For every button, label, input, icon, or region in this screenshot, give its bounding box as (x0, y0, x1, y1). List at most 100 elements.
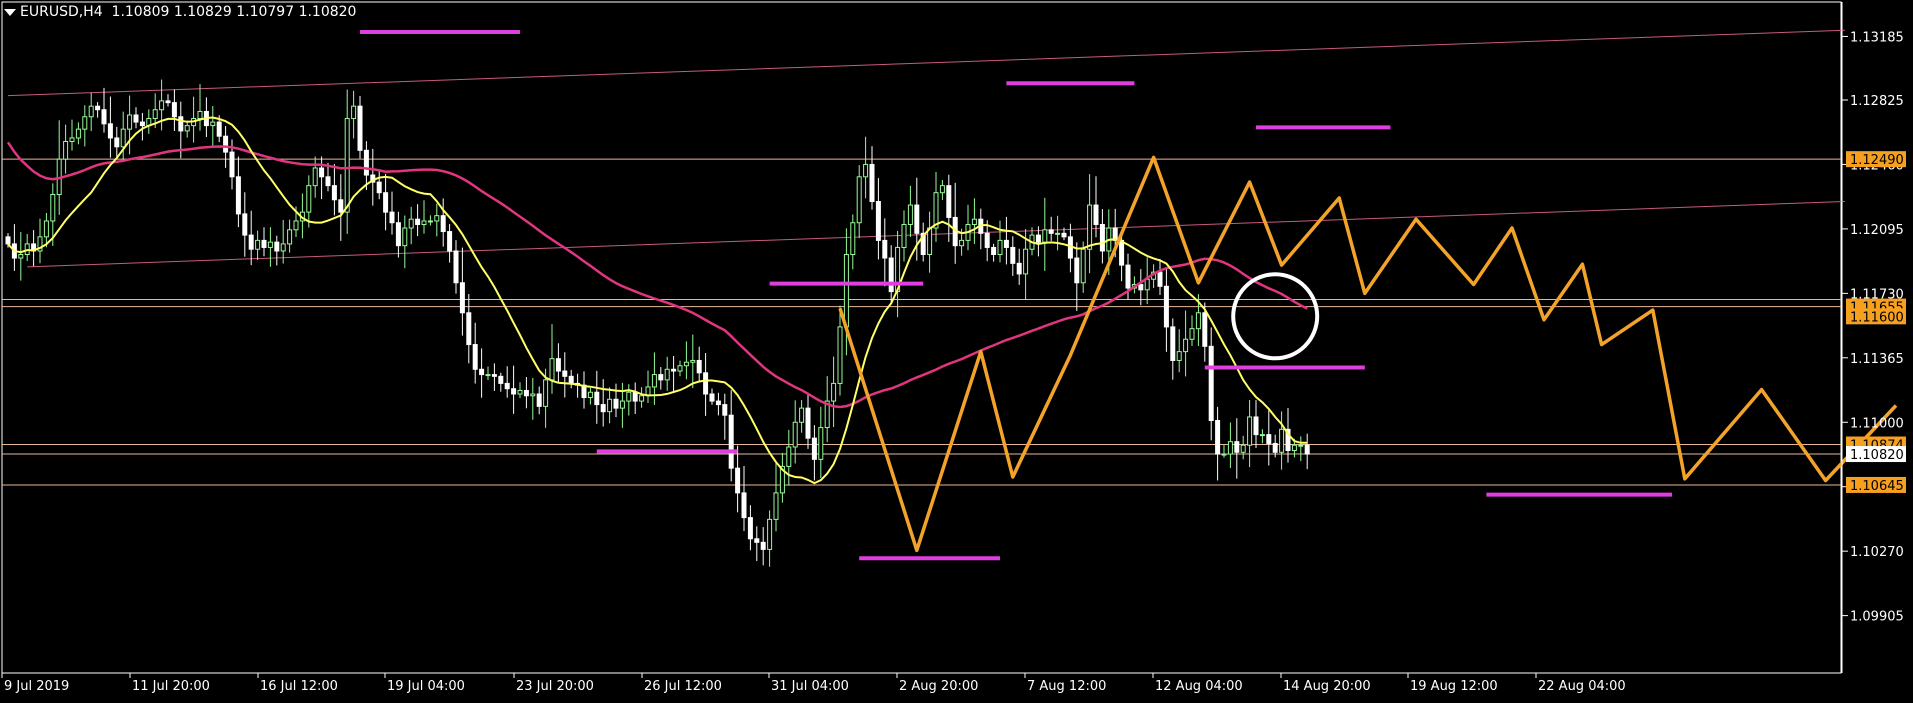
candle-body (184, 125, 190, 132)
candle (491, 363, 497, 391)
candle (242, 192, 248, 257)
candle (651, 352, 657, 405)
candle (683, 341, 689, 380)
candle-body (927, 227, 933, 256)
candle-body (863, 163, 869, 178)
price-chart[interactable]: 1.131851.128251.124601.120951.117301.113… (0, 0, 1913, 699)
candle (274, 235, 280, 266)
candle (747, 505, 753, 551)
candle (760, 527, 766, 566)
candle-body (1157, 271, 1163, 287)
candle (504, 366, 510, 398)
candle-body (338, 199, 344, 213)
candle-body (1010, 246, 1016, 264)
candle-body (715, 400, 721, 406)
candle-body (82, 116, 88, 130)
candle-body (127, 114, 133, 130)
y-tick-label: 1.12825 (1850, 94, 1904, 109)
candle (997, 220, 1003, 263)
candle (395, 211, 401, 258)
candle (562, 352, 568, 398)
x-tick-label: 11 Jul 20:00 (132, 679, 210, 694)
candle-body (216, 121, 222, 137)
candle-body (747, 517, 753, 540)
candle-body (114, 137, 120, 148)
candle-body (1189, 328, 1195, 340)
candle-body (619, 400, 625, 409)
candle (837, 305, 843, 396)
candle (767, 510, 773, 567)
candle (440, 198, 446, 247)
candle (523, 377, 529, 409)
candle-body (607, 398, 613, 413)
chart-area[interactable]: 1.131851.128251.124601.120951.117301.113… (0, 0, 1913, 699)
candle (728, 390, 734, 482)
candle-body (325, 176, 331, 187)
candle-body (946, 185, 952, 218)
candle-body (344, 118, 350, 213)
candle-body (331, 185, 337, 201)
candle-body (1080, 248, 1086, 284)
candle (235, 156, 241, 228)
candle-body (997, 239, 1003, 256)
candle-body (223, 135, 229, 153)
candle-body (1163, 285, 1169, 328)
candle-body (95, 105, 101, 111)
circle-annotation (1231, 272, 1320, 361)
candle (511, 365, 517, 414)
candle-body (1138, 284, 1144, 291)
candle (1227, 422, 1233, 468)
candle-body (850, 222, 856, 256)
candle-body (1125, 264, 1131, 289)
candle-body (88, 105, 94, 118)
candle-body (255, 239, 261, 250)
candle (1170, 318, 1176, 380)
menu-triangle-icon[interactable] (4, 8, 16, 16)
zigzag-line (838, 155, 1898, 553)
candle-body (703, 372, 709, 395)
candle-body (133, 114, 139, 123)
candle-body (613, 398, 619, 409)
candle (952, 182, 958, 264)
candle (415, 204, 421, 237)
candle-body (229, 151, 235, 178)
candle (184, 120, 190, 138)
candle (31, 230, 37, 267)
candle-body (587, 391, 593, 399)
candle-body (786, 446, 792, 467)
candle (37, 218, 43, 264)
candle-body (1247, 416, 1253, 446)
candle (632, 382, 638, 414)
candle (971, 198, 977, 244)
candle (863, 136, 869, 199)
candle (101, 87, 107, 133)
candle (939, 179, 945, 201)
candle-body (395, 222, 401, 247)
candle (1042, 197, 1048, 271)
candle-body (139, 121, 145, 127)
candle-body (402, 227, 408, 247)
candle-body (1119, 239, 1125, 266)
candle (261, 227, 267, 257)
candle (1099, 209, 1105, 264)
candle-body (427, 220, 433, 223)
candle-body (306, 185, 312, 213)
candle (1259, 429, 1265, 444)
candle-body (319, 167, 325, 178)
candle-body (261, 239, 267, 248)
y-tick-label: 1.09905 (1850, 610, 1904, 625)
candle (626, 384, 632, 416)
candle (383, 173, 389, 231)
candle (1157, 259, 1163, 296)
candle-body (242, 213, 248, 236)
candle-body (1279, 428, 1285, 453)
candle (171, 89, 177, 132)
candle-body (1215, 419, 1221, 455)
candle (459, 247, 465, 336)
candle (498, 372, 504, 392)
candle-body (1253, 416, 1259, 436)
candle-body (1170, 326, 1176, 361)
candle (63, 124, 69, 174)
candle (319, 156, 325, 200)
candle (869, 146, 875, 210)
